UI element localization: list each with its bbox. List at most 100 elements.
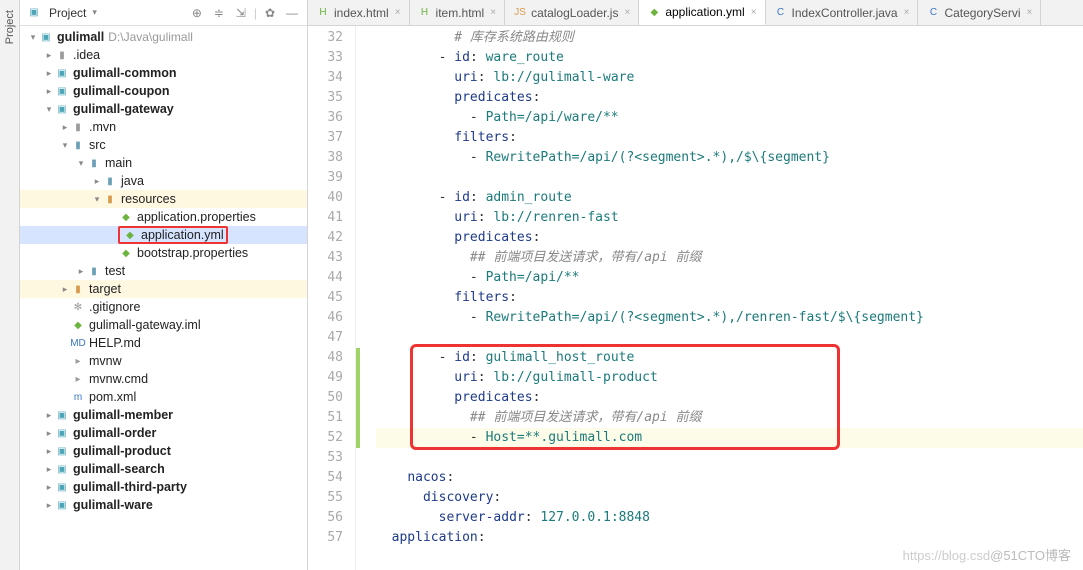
tree-arrow-icon[interactable]	[44, 68, 54, 79]
node-label: gulimall	[57, 30, 104, 44]
close-icon[interactable]: ×	[1026, 7, 1032, 18]
change-marker	[356, 388, 370, 408]
tree-arrow-icon[interactable]	[92, 176, 102, 187]
code-editor[interactable]: 3233343536373839404142434445464748495051…	[308, 26, 1083, 570]
close-icon[interactable]: ×	[490, 7, 496, 18]
tree-arrow-icon[interactable]	[76, 158, 86, 169]
tree-arrow-icon[interactable]	[92, 194, 102, 205]
tree-arrow-icon[interactable]	[44, 410, 54, 421]
folder-test[interactable]: ▮test	[20, 262, 307, 280]
module-member[interactable]: ▣gulimall-member	[20, 406, 307, 424]
file-iml[interactable]: ◆gulimall-gateway.iml	[20, 316, 307, 334]
code-line[interactable]: - id: ware_route	[376, 48, 1083, 68]
folder-resources[interactable]: ▮resources	[20, 190, 307, 208]
tree-arrow-icon[interactable]	[60, 122, 70, 133]
module-gateway[interactable]: ▣gulimall-gateway	[20, 100, 307, 118]
tree-arrow-icon[interactable]	[60, 140, 70, 151]
code-line[interactable]: uri: lb://gulimall-ware	[376, 68, 1083, 88]
editor-area: Hindex.html×Hitem.html×JScatalogLoader.j…	[308, 0, 1083, 570]
tree-arrow-icon[interactable]	[60, 284, 70, 295]
close-icon[interactable]: ×	[904, 7, 910, 18]
module-product[interactable]: ▣gulimall-product	[20, 442, 307, 460]
code-line[interactable]: uri: lb://renren-fast	[376, 208, 1083, 228]
node-label: main	[105, 156, 132, 170]
tree-arrow-icon[interactable]	[44, 104, 54, 115]
file-app-properties[interactable]: ◆application.properties	[20, 208, 307, 226]
file-help[interactable]: MDHELP.md	[20, 334, 307, 352]
code-line[interactable]: nacos:	[376, 468, 1083, 488]
module-coupon[interactable]: ▣gulimall-coupon	[20, 82, 307, 100]
code-body[interactable]: # 库存系统路由规则 - id: ware_route uri: lb://gu…	[370, 26, 1083, 570]
file-mvnw[interactable]: ▸mvnw	[20, 352, 307, 370]
tree-arrow-icon[interactable]	[76, 266, 86, 277]
tree-arrow-icon[interactable]	[44, 500, 54, 511]
folder-java[interactable]: ▮java	[20, 172, 307, 190]
node-label: resources	[121, 192, 176, 206]
line-number: 35	[308, 88, 343, 108]
code-line[interactable]: ## 前端项目发送请求，带有/api 前缀	[376, 408, 1083, 428]
module-search[interactable]: ▣gulimall-search	[20, 460, 307, 478]
code-line[interactable]: - id: gulimall_host_route	[376, 348, 1083, 368]
project-tree[interactable]: ▣gulimallD:\Java\gulimall▮.idea▣gulimall…	[20, 26, 307, 570]
code-line[interactable]	[376, 328, 1083, 348]
folder-src[interactable]: ▮src	[20, 136, 307, 154]
tree-arrow-icon[interactable]	[44, 86, 54, 97]
close-icon[interactable]: ×	[624, 7, 630, 18]
file-gitignore[interactable]: ✻.gitignore	[20, 298, 307, 316]
code-line[interactable]	[376, 448, 1083, 468]
close-icon[interactable]: ×	[751, 7, 757, 18]
code-line[interactable]: predicates:	[376, 88, 1083, 108]
code-line[interactable]: uri: lb://gulimall-product	[376, 368, 1083, 388]
tab-item-html[interactable]: Hitem.html×	[410, 0, 506, 25]
code-line[interactable]: - Host=**.gulimall.com	[376, 428, 1083, 448]
code-line[interactable]: discovery:	[376, 488, 1083, 508]
hide-icon[interactable]: —	[283, 4, 301, 22]
folder-main[interactable]: ▮main	[20, 154, 307, 172]
module-common[interactable]: ▣gulimall-common	[20, 64, 307, 82]
expand-icon[interactable]: ≑	[210, 4, 228, 22]
code-line[interactable]: - RewritePath=/api/(?<segment>.*),/$\{se…	[376, 148, 1083, 168]
highlight-box: ◆application.yml	[118, 226, 228, 244]
code-line[interactable]: - id: admin_route	[376, 188, 1083, 208]
module-ware[interactable]: ▣gulimall-ware	[20, 496, 307, 514]
code-line[interactable]: - Path=/api/ware/**	[376, 108, 1083, 128]
file-pom[interactable]: mpom.xml	[20, 388, 307, 406]
tree-arrow-icon[interactable]	[28, 32, 38, 43]
module-third-party[interactable]: ▣gulimall-third-party	[20, 478, 307, 496]
file-bootstrap-properties[interactable]: ◆bootstrap.properties	[20, 244, 307, 262]
tree-arrow-icon[interactable]	[44, 50, 54, 61]
code-line[interactable]: server-addr: 127.0.0.1:8848	[376, 508, 1083, 528]
project-tool-stripe[interactable]: Project	[0, 0, 20, 570]
settings-icon[interactable]: ✿	[261, 4, 279, 22]
tab-catalogloader[interactable]: JScatalogLoader.js×	[505, 0, 639, 25]
folder-target[interactable]: ▮target	[20, 280, 307, 298]
file-mvnw-cmd[interactable]: ▸mvnw.cmd	[20, 370, 307, 388]
code-line[interactable]: predicates:	[376, 388, 1083, 408]
code-line[interactable]: predicates:	[376, 228, 1083, 248]
file-app-yml[interactable]: ◆application.yml	[20, 226, 307, 244]
tab-indexcontroller[interactable]: CIndexController.java×	[766, 0, 919, 25]
close-icon[interactable]: ×	[395, 7, 401, 18]
locate-icon[interactable]: ⊕	[188, 4, 206, 22]
code-line[interactable]: - Path=/api/**	[376, 268, 1083, 288]
code-line[interactable]	[376, 168, 1083, 188]
module-order[interactable]: ▣gulimall-order	[20, 424, 307, 442]
code-line[interactable]: filters:	[376, 128, 1083, 148]
tree-arrow-icon[interactable]	[44, 482, 54, 493]
tab-index-html[interactable]: Hindex.html×	[308, 0, 410, 25]
code-line[interactable]: filters:	[376, 288, 1083, 308]
code-line[interactable]: # 库存系统路由规则	[376, 28, 1083, 48]
code-line[interactable]: ## 前端项目发送请求，带有/api 前缀	[376, 248, 1083, 268]
tab-categoryservice[interactable]: CCategoryServi×	[918, 0, 1041, 25]
tree-arrow-icon[interactable]	[44, 428, 54, 439]
collapse-icon[interactable]: ⇲	[232, 4, 250, 22]
folder-idea[interactable]: ▮.idea	[20, 46, 307, 64]
dropdown-chevron-icon[interactable]: ▾	[92, 7, 97, 18]
project-root[interactable]: ▣gulimallD:\Java\gulimall	[20, 28, 307, 46]
code-line[interactable]: - RewritePath=/api/(?<segment>.*),/renre…	[376, 308, 1083, 328]
change-marker	[356, 48, 370, 68]
folder-mvn[interactable]: ▮.mvn	[20, 118, 307, 136]
tab-application-yml[interactable]: ◆application.yml×	[639, 0, 765, 25]
tree-arrow-icon[interactable]	[44, 464, 54, 475]
tree-arrow-icon[interactable]	[44, 446, 54, 457]
